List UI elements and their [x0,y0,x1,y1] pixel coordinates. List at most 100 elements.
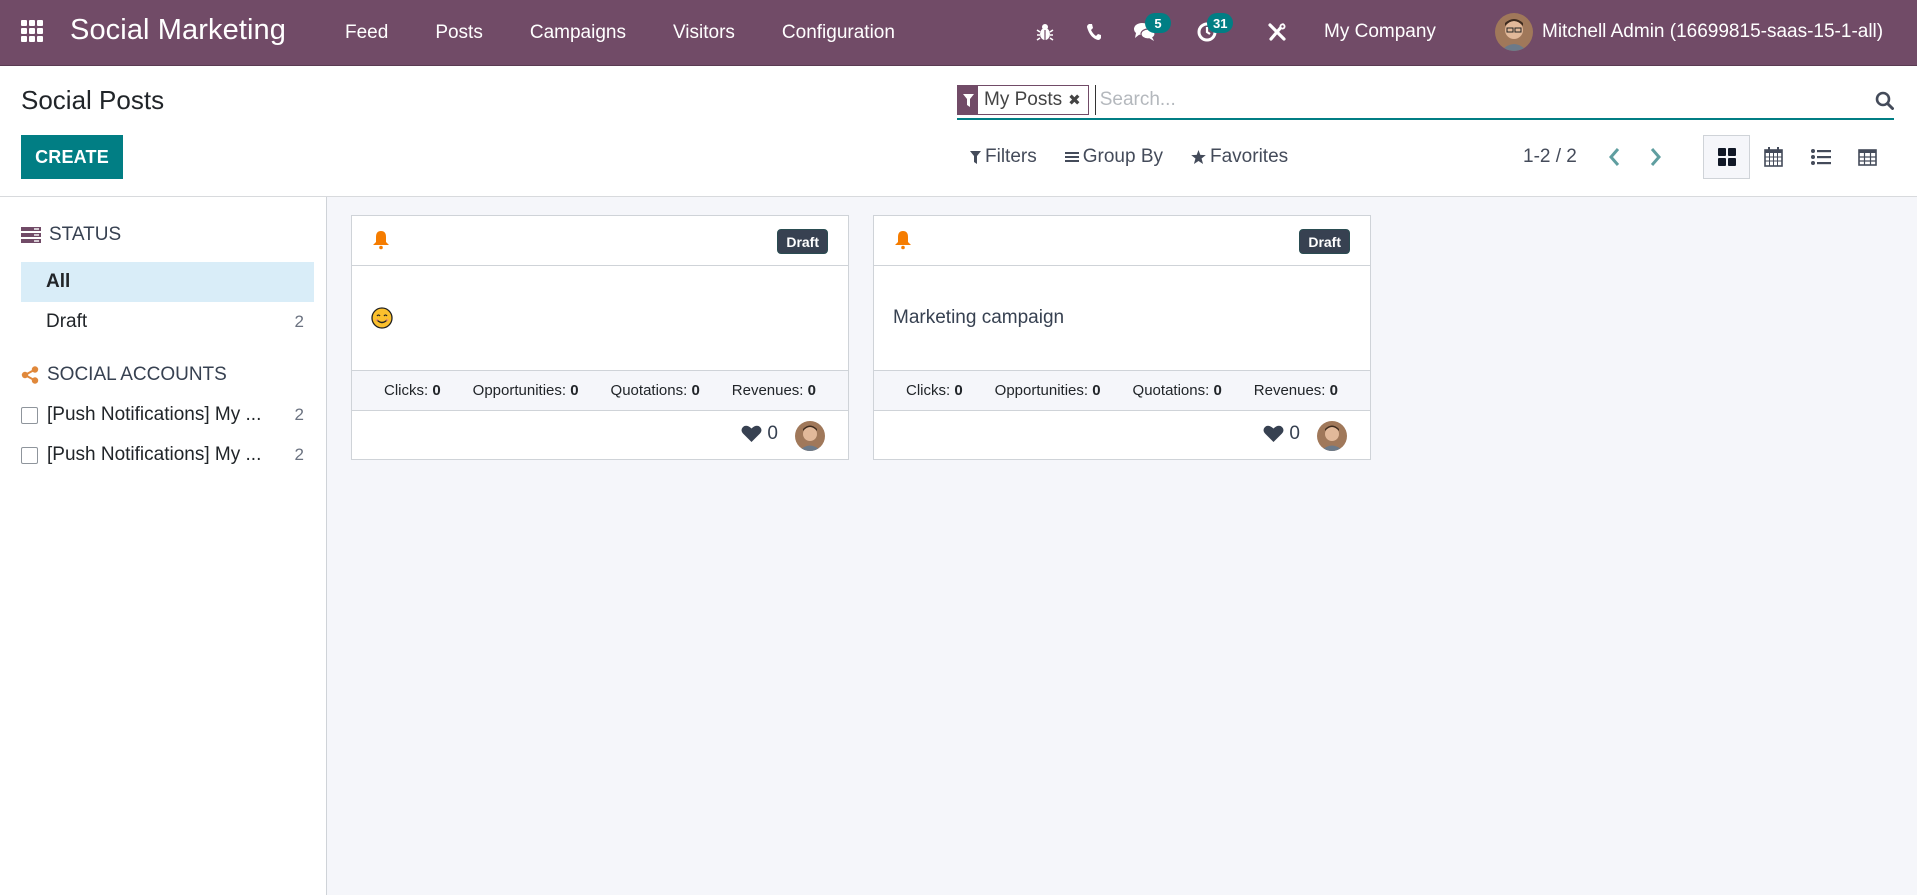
post-message: Marketing campaign [893,307,1065,328]
group-by-button[interactable]: Group By [1064,146,1163,168]
control-panel: Social Posts CREATE My Posts ✖ Filters G… [0,66,1917,197]
status-badge: Draft [777,229,828,254]
status-header-label: STATUS [49,224,122,245]
status-filter-all[interactable]: All [21,262,314,302]
view-switcher [1703,135,1891,179]
company-switcher[interactable]: My Company [1324,21,1436,43]
social-account-filter[interactable]: [Push Notifications] My ... 2 [21,437,314,473]
filters-label: Filters [985,146,1037,167]
list-view-button[interactable] [1797,135,1844,179]
search-facet-my-posts: My Posts ✖ [957,85,1089,115]
post-stats: Clicks: 0 Opportunities: 0 Quotations: 0… [352,370,848,411]
social-accounts-section-header: SOCIAL ACCOUNTS [21,364,227,386]
search-options: Filters Group By Favorites [970,146,1316,168]
kanban-view: Draft Clicks: 0 Opportunities: 0 Quotati… [327,197,1917,895]
account-checkbox[interactable] [21,446,38,464]
kanban-view-button[interactable] [1703,135,1750,179]
group-by-label: Group By [1082,146,1163,167]
pager-previous-icon[interactable] [1603,145,1625,169]
account-checkbox[interactable] [21,406,38,424]
quotations-stat: Quotations: 0 [610,382,700,399]
status-badge: Draft [1299,229,1350,254]
messages-count-badge: 5 [1145,13,1171,33]
status-list-icon [21,227,41,243]
card-footer: 0 [352,411,848,461]
filter-icon [970,150,981,164]
calendar-view-button[interactable] [1750,135,1797,179]
social-accounts-header-label: SOCIAL ACCOUNTS [47,364,227,385]
comments-icon[interactable]: 5 [1133,13,1171,44]
filter-label: All [46,271,71,292]
app-title[interactable]: Social Marketing [70,14,286,47]
revenues-stat: Revenues: 0 [731,382,816,399]
tools-icon[interactable] [1265,20,1289,44]
filter-icon [958,86,978,114]
bell-icon [372,230,390,255]
user-menu[interactable]: Mitchell Admin (16699815-saas-15-1-all) [1495,13,1883,51]
post-stats: Clicks: 0 Opportunities: 0 Quotations: 0… [874,370,1370,411]
menu-campaigns[interactable]: Campaigns [530,22,626,44]
revenues-stat: Revenues: 0 [1253,382,1338,399]
bars-icon [1064,152,1079,162]
facet-remove-icon[interactable]: ✖ [1068,86,1088,114]
share-icon [21,366,39,384]
bug-icon[interactable] [1033,20,1057,44]
search-bar: My Posts ✖ [957,82,1894,120]
main-navbar: Social Marketing Feed Posts Campaigns Vi… [0,0,1917,66]
likes-count: 0 [1289,423,1300,444]
clicks-stat: Clicks: 0 [905,382,963,399]
pivot-view-button[interactable] [1844,135,1891,179]
activities-count-badge: 31 [1207,13,1234,33]
account-count: 2 [294,445,304,464]
account-label: [Push Notifications] My ... [47,404,262,425]
clock-icon[interactable]: 31 [1195,13,1234,44]
page-title: Social Posts [21,85,165,115]
opportunities-stat: Opportunities: 0 [472,382,579,399]
likes: 0 [1263,423,1300,445]
pager-value[interactable]: 1-2 / 2 [1523,146,1577,168]
list-icon [1810,149,1831,165]
card-header: Draft [352,216,848,266]
create-button[interactable]: CREATE [21,135,123,179]
star-icon [1191,150,1206,164]
clicks-stat: Clicks: 0 [383,382,441,399]
quotations-stat: Quotations: 0 [1132,382,1222,399]
phone-icon[interactable] [1082,20,1106,44]
pager-next-icon[interactable] [1645,145,1667,169]
app-menu-icon[interactable] [21,20,47,42]
kanban-icon [1717,148,1736,166]
social-account-filter[interactable]: [Push Notifications] My ... 2 [21,397,314,433]
likes-count: 0 [767,423,778,444]
table-icon [1858,148,1877,166]
post-card[interactable]: Draft Marketing campaign Clicks: 0 Oppor… [873,215,1371,460]
filters-button[interactable]: Filters [970,146,1037,168]
favorites-button[interactable]: Favorites [1191,146,1288,168]
calendar-icon [1764,147,1783,167]
account-label: [Push Notifications] My ... [47,444,262,465]
search-input[interactable] [1094,85,1864,115]
favorites-label: Favorites [1210,146,1289,167]
author-avatar [1317,421,1347,451]
search-panel: STATUS All Draft 2 SOCIAL ACCOUNTS [Push… [0,197,327,895]
top-menu: Feed Posts Campaigns Visitors Configurat… [345,0,942,66]
heart-icon [741,425,762,442]
post-card[interactable]: Draft Clicks: 0 Opportunities: 0 Quotati… [351,215,849,460]
author-avatar [795,421,825,451]
search-icon[interactable] [1864,85,1894,115]
menu-feed[interactable]: Feed [345,22,388,44]
filter-label: Draft [46,311,88,332]
card-footer: 0 [874,411,1370,461]
status-filter-draft[interactable]: Draft 2 [21,302,314,342]
menu-visitors[interactable]: Visitors [673,22,735,44]
smile-emoji-icon [371,307,393,329]
menu-posts[interactable]: Posts [435,22,483,44]
bell-icon [894,230,912,255]
menu-configuration[interactable]: Configuration [782,22,895,44]
card-header: Draft [874,216,1370,266]
filter-count: 2 [294,312,304,331]
account-count: 2 [294,405,304,424]
status-section-header: STATUS [21,224,121,246]
opportunities-stat: Opportunities: 0 [994,382,1101,399]
likes: 0 [741,423,778,445]
user-avatar [1495,13,1533,51]
